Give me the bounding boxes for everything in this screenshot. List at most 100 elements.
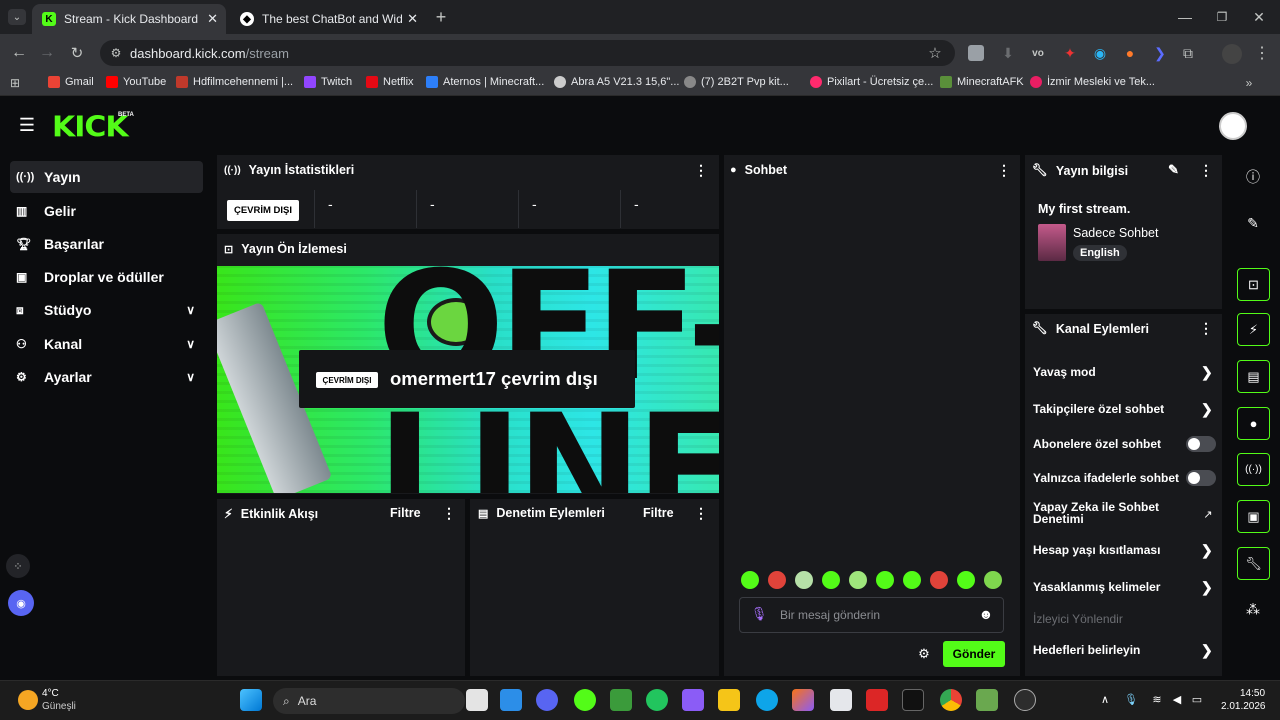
bookmark-hdfilm[interactable]: Hdfilmcehennemi |...: [176, 76, 293, 88]
user-avatar[interactable]: [1219, 112, 1247, 140]
copilot-icon[interactable]: [792, 689, 814, 711]
emote-icon[interactable]: [795, 571, 813, 589]
action-slow-mode[interactable]: Yavaş mod ❯: [1033, 364, 1213, 380]
close-icon[interactable]: ✕: [207, 11, 218, 27]
app-icon[interactable]: [500, 689, 522, 711]
activity-filter-button[interactable]: Filtre: [390, 506, 421, 520]
url-bar[interactable]: dashboard.kick.com/stream: [100, 40, 955, 66]
bookmark-star-icon[interactable]: ☆: [926, 44, 944, 62]
app-icon[interactable]: [682, 689, 704, 711]
chat-settings-icon[interactable]: ⚙: [916, 646, 932, 662]
file-explorer-icon[interactable]: [718, 689, 740, 711]
taskbar-search[interactable]: ⌕ Ara: [273, 688, 465, 714]
rail-video-button[interactable]: ▣: [1237, 500, 1270, 533]
kick-logo[interactable]: KICK: [52, 111, 129, 144]
emotes-only-toggle[interactable]: [1186, 470, 1216, 486]
rail-info-button[interactable]: 🔧︎: [1237, 547, 1270, 580]
weather-sun-icon[interactable]: [18, 690, 38, 710]
sidebar-item-droplar[interactable]: ▣ Droplar ve ödüller: [10, 261, 203, 293]
bookmark-2b2t[interactable]: (7) 2B2T Pvp kit...: [684, 76, 789, 88]
download-icon[interactable]: ⬇: [1000, 45, 1016, 61]
clock-time[interactable]: 14:50: [1240, 688, 1265, 699]
activity-menu-icon[interactable]: ⋮: [442, 505, 456, 522]
emote-icon[interactable]: [876, 571, 894, 589]
emote-icon[interactable]: [822, 571, 840, 589]
maximize-icon[interactable]: ❐: [1213, 9, 1231, 25]
sidebar-item-ayarlar[interactable]: ⚙ Ayarlar ∨: [10, 361, 203, 393]
window-close-icon[interactable]: ✕: [1250, 9, 1268, 25]
layout-icon[interactable]: ⁂: [1244, 600, 1262, 618]
puzzle-icon[interactable]: ⧉: [1180, 45, 1196, 61]
info-icon[interactable]: ⓘ: [1244, 168, 1262, 186]
profile-avatar-icon[interactable]: [1222, 44, 1242, 64]
sidebar-item-gelir[interactable]: ▥ Gelir: [10, 195, 203, 227]
subscribers-only-toggle[interactable]: [1186, 436, 1216, 452]
emote-icon[interactable]: [957, 571, 975, 589]
bookmark-minecraftafk[interactable]: MinecraftAFK: [940, 76, 1024, 88]
emoji-icon[interactable]: ☻: [978, 606, 994, 622]
app-icon[interactable]: [1014, 689, 1036, 711]
action-set-goals[interactable]: Hedefleri belirleyin ❯: [1033, 642, 1213, 658]
discord-icon[interactable]: ◉: [8, 590, 34, 616]
more-bookmarks-icon[interactable]: »: [1242, 76, 1256, 90]
close-icon[interactable]: ✕: [407, 11, 418, 27]
chat-menu-icon[interactable]: ⋮: [997, 162, 1011, 179]
forward-icon[interactable]: →: [38, 44, 56, 62]
wifi-icon[interactable]: ≋: [1150, 692, 1164, 706]
external-link-icon[interactable]: ↗: [1201, 507, 1215, 521]
action-followers-only[interactable]: Takipçilere özel sohbet ❯: [1033, 401, 1213, 417]
channel-actions-menu-icon[interactable]: ⋮: [1199, 320, 1213, 337]
rail-preview-button[interactable]: ⊡: [1237, 268, 1270, 301]
apps-grid-icon[interactable]: ⊞: [8, 76, 22, 90]
sidebar-item-basarilar[interactable]: 🏆︎ Başarılar: [10, 228, 203, 260]
volume-icon[interactable]: ◀: [1170, 692, 1184, 706]
stream-info-menu-icon[interactable]: ⋮: [1199, 162, 1213, 179]
windows-start-icon[interactable]: [240, 689, 262, 711]
back-icon[interactable]: ←: [10, 44, 28, 62]
bookmark-youtube[interactable]: YouTube: [106, 76, 166, 88]
bookmark-twitch[interactable]: Twitch: [304, 76, 352, 88]
bookmark-izmir[interactable]: İzmir Mesleki ve Tek...: [1030, 76, 1155, 88]
sidebar-item-studyo[interactable]: ⧈ Stüdyo ∨: [10, 294, 203, 326]
edit-pencil-icon[interactable]: ✎: [1244, 214, 1262, 232]
chrome-icon[interactable]: [940, 689, 962, 711]
tray-chevron-icon[interactable]: ∧: [1098, 692, 1112, 706]
battery-icon[interactable]: ▭: [1190, 692, 1204, 706]
moderation-menu-icon[interactable]: ⋮: [694, 505, 708, 522]
reload-icon[interactable]: ↻: [68, 44, 86, 62]
tab-chatbot[interactable]: ◆ The best ChatBot and Widgets ✕: [230, 4, 426, 34]
bookmark-aternos[interactable]: Aternos | Minecraft...: [426, 76, 544, 88]
extension-icon[interactable]: ✦: [1062, 45, 1078, 61]
app-icon[interactable]: [646, 689, 668, 711]
rail-stats-button[interactable]: ((·)): [1237, 453, 1270, 486]
apps-icon[interactable]: ⁘: [6, 554, 30, 578]
tab-search-icon[interactable]: ⌄: [8, 9, 26, 25]
bookmark-abra[interactable]: Abra A5 V21.3 15,6"...: [554, 76, 679, 88]
extension-icon[interactable]: vo: [1030, 45, 1046, 61]
stats-menu-icon[interactable]: ⋮: [694, 162, 708, 179]
rail-chat-button[interactable]: ●: [1237, 407, 1270, 440]
action-ai-moderation[interactable]: Yapay Zeka ile Sohbet Denetimi: [1033, 501, 1173, 525]
edge-icon[interactable]: [756, 689, 778, 711]
send-button[interactable]: Gönder: [943, 641, 1005, 667]
extension-icon[interactable]: ◉: [1092, 45, 1108, 61]
discord-icon[interactable]: [536, 689, 558, 711]
app-icon[interactable]: [574, 689, 596, 711]
clock-date[interactable]: 2.01.2026: [1221, 701, 1266, 712]
app-icon[interactable]: [866, 689, 888, 711]
app-icon[interactable]: [976, 689, 998, 711]
bookmark-pixilart[interactable]: Pixilart - Ücretsiz çe...: [810, 76, 933, 88]
emote-icon[interactable]: [849, 571, 867, 589]
rail-activity-button[interactable]: ⚡︎: [1237, 313, 1270, 346]
store-icon[interactable]: [830, 689, 852, 711]
emote-icon[interactable]: [741, 571, 759, 589]
microphone-icon[interactable]: 🎙︎: [1124, 692, 1138, 706]
emote-icon[interactable]: [903, 571, 921, 589]
emote-icon[interactable]: [930, 571, 948, 589]
new-tab-icon[interactable]: +: [432, 7, 450, 27]
edit-pencil-icon[interactable]: ✎: [1168, 162, 1179, 178]
extension-icon[interactable]: ❯: [1152, 45, 1168, 61]
moderation-filter-button[interactable]: Filtre: [643, 506, 674, 520]
emote-icon[interactable]: [768, 571, 786, 589]
rail-moderation-button[interactable]: ▤: [1237, 360, 1270, 393]
